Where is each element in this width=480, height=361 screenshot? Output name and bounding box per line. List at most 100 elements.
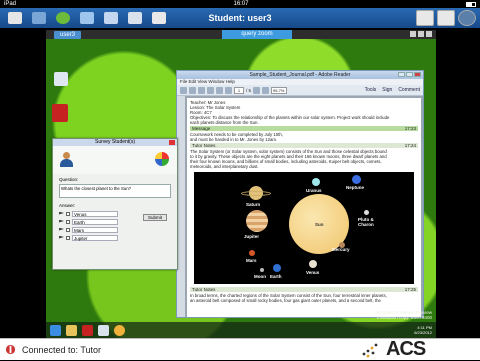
- answer-checkbox[interactable]: [66, 212, 70, 216]
- grid-icon[interactable]: [437, 10, 455, 26]
- print-icon[interactable]: [198, 86, 205, 94]
- tab-icon[interactable]: [426, 31, 432, 37]
- battery-icon: [466, 1, 476, 7]
- sun-label: Sun: [315, 222, 324, 227]
- neptune-label: Neptune: [346, 185, 364, 190]
- answer-option[interactable]: Venus: [59, 211, 118, 217]
- monitor-icon[interactable]: [78, 10, 96, 26]
- tutor-line: an asteroid belt composed of small rocky…: [190, 298, 381, 303]
- minimize-icon[interactable]: [398, 72, 405, 77]
- saturn-label: Saturn: [246, 202, 261, 207]
- recycle-bin-icon[interactable]: [54, 72, 68, 86]
- close-icon[interactable]: [169, 140, 175, 145]
- users-icon[interactable]: [126, 10, 144, 26]
- mercury-label: Mercury: [332, 247, 350, 252]
- globe-icon[interactable]: [54, 10, 72, 26]
- zoom-in-icon[interactable]: [262, 86, 270, 94]
- question-field[interactable]: Whats the closest planet to the Sun?: [59, 184, 171, 198]
- flag-icon: [59, 227, 64, 231]
- solar-system-image: Uranus Neptune Saturn Sun Pluto & Charon…: [194, 172, 414, 284]
- answer-checkbox[interactable]: [66, 220, 70, 224]
- ie-icon[interactable]: [50, 324, 61, 336]
- acrobat-icon[interactable]: [82, 324, 93, 336]
- top-right-buttons: [416, 10, 476, 26]
- next-page-icon[interactable]: [225, 86, 232, 94]
- prev-page-icon[interactable]: [216, 86, 223, 94]
- message-line: and must be handed in to Mr. Jones by 12…: [190, 137, 278, 142]
- student-title: Student: user3: [208, 13, 272, 23]
- answer-text[interactable]: Earth: [72, 219, 118, 225]
- jupiter-label: Jupiter: [244, 234, 260, 239]
- keyboard-icon[interactable]: [416, 10, 434, 26]
- printer-icon[interactable]: [150, 10, 168, 26]
- remote-tab-strip: user3 query zoom: [46, 30, 436, 39]
- answer-label: Answer:: [59, 203, 76, 208]
- question-label: Question:: [59, 177, 79, 182]
- zoom-select[interactable]: 95.7%: [271, 86, 288, 94]
- bottom-status-bar: Connected to: Tutor ACS: [0, 338, 480, 360]
- answer-option[interactable]: Mars: [59, 227, 118, 233]
- answer-checkbox[interactable]: [66, 228, 70, 232]
- reader-title: Sample_Student_Journal.pdf - Adobe Reade…: [249, 72, 351, 78]
- comment-link[interactable]: Comment: [398, 87, 420, 93]
- submit-button[interactable]: Submit: [143, 214, 167, 221]
- header-line: each planets distance from the Sun.: [190, 120, 259, 125]
- reader-side-panel[interactable]: [177, 96, 185, 317]
- gear-icon[interactable]: [458, 10, 476, 26]
- flag-icon: [59, 211, 64, 215]
- close-icon[interactable]: [414, 72, 421, 77]
- reader-toolbar: 1 / 5 95.7% Tools Sign Comment: [177, 85, 423, 96]
- screens-icon[interactable]: [30, 10, 48, 26]
- adobe-reader-window[interactable]: Sample_Student_Journal.pdf - Adobe Reade…: [176, 70, 424, 318]
- remote-desktop-view[interactable]: user3 query zoom Sample_Student_Journal.…: [46, 30, 436, 338]
- tab-user3[interactable]: user3: [54, 30, 82, 39]
- app-icon[interactable]: [98, 324, 109, 336]
- email-icon[interactable]: [207, 86, 214, 94]
- tutor-notes-label: Tutor Notes: [192, 287, 216, 292]
- carrier-label: iPad: [4, 1, 17, 7]
- zoom-out-icon[interactable]: [253, 86, 261, 94]
- neptune-planet: [352, 175, 361, 184]
- tutor-line: meteoroids, and interplanetary dust.: [190, 164, 259, 169]
- survey-header: [53, 146, 177, 174]
- tab-query-zoom[interactable]: query zoom: [222, 30, 292, 39]
- sign-link[interactable]: Sign: [382, 87, 392, 93]
- pluto-planet: [364, 210, 369, 215]
- taskbar-clock[interactable]: 4:11 PM 6/23/2012: [414, 325, 432, 335]
- folder-icon[interactable]: [102, 10, 120, 26]
- mars-planet: [249, 250, 255, 256]
- back-icon[interactable]: [6, 10, 24, 26]
- answer-checkbox[interactable]: [66, 236, 70, 240]
- page-input[interactable]: 1: [234, 86, 244, 94]
- tab-icon[interactable]: [410, 31, 416, 37]
- clock-label: 16:07: [233, 1, 249, 7]
- answer-option[interactable]: Jupiter: [59, 235, 118, 241]
- answer-option[interactable]: Earth: [59, 219, 118, 225]
- reader-title-bar: Sample_Student_Journal.pdf - Adobe Reade…: [177, 71, 423, 79]
- tools-link[interactable]: Tools: [365, 87, 377, 93]
- tutor-notes-time: 17:25: [404, 287, 416, 292]
- tutor-notes-time: 17:24: [404, 143, 416, 148]
- page-total: / 5: [246, 87, 252, 93]
- save-icon[interactable]: [189, 86, 196, 94]
- acs-logo-text: ACS: [386, 338, 426, 360]
- acs-logo-icon: [362, 343, 378, 358]
- status-right: [466, 1, 476, 7]
- pie-chart-icon[interactable]: [155, 152, 169, 166]
- open-icon[interactable]: [180, 86, 187, 94]
- pie-app-icon[interactable]: [114, 324, 125, 336]
- adobe-reader-icon[interactable]: [52, 104, 68, 122]
- answer-text[interactable]: Mars: [72, 227, 118, 233]
- tutor-notes-label: Tutor Notes: [192, 143, 216, 148]
- answer-text[interactable]: Venus: [72, 211, 118, 217]
- explorer-icon[interactable]: [66, 324, 77, 336]
- survey-dialog[interactable]: Survey Student(s) Question: Whats the cl…: [52, 138, 178, 270]
- reader-document-area[interactable]: Teacher: Mr Jones Lesson: The Solar Syst…: [177, 96, 423, 317]
- student-avatar-icon: [59, 152, 73, 168]
- venus-label: Venus: [306, 270, 320, 275]
- maximize-icon[interactable]: [406, 72, 413, 77]
- answer-text[interactable]: Jupiter: [72, 235, 118, 241]
- tutor-notes-bar: Tutor Notes 17:24: [190, 143, 418, 148]
- moon-label: Moon: [254, 274, 266, 279]
- tab-icon[interactable]: [418, 31, 424, 37]
